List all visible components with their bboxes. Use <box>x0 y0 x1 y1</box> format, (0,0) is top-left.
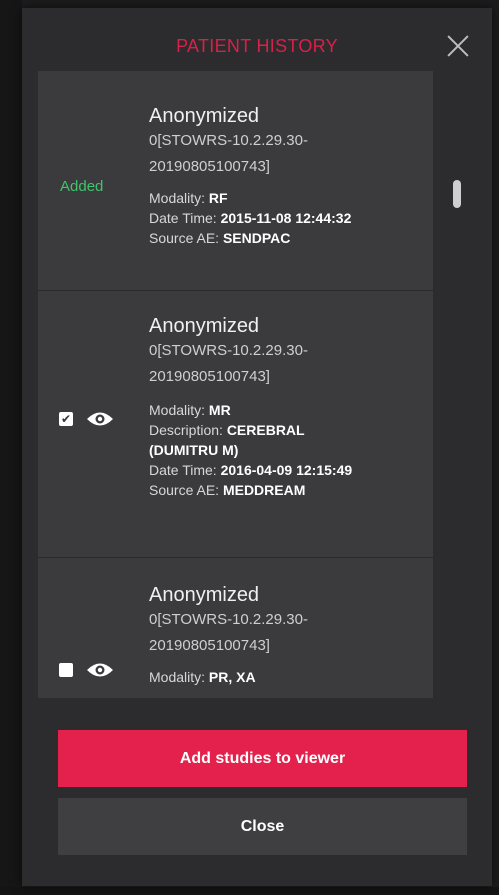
study-item: Added Anonymized 0[STOWRS-10.2.29.30- 20… <box>38 71 433 291</box>
check-glyph: ✔ <box>60 412 72 426</box>
datetime-value: 2016-04-09 12:15:49 <box>220 462 353 478</box>
background-footer <box>0 887 499 895</box>
modality-label: Modality: <box>149 402 206 418</box>
datetime-value: 2015-11-08 12:44:32 <box>220 210 352 226</box>
source-ae-field: Source AE: SENDPAC <box>149 228 433 248</box>
study-uid-line2: 20190805100743] <box>149 637 270 654</box>
modality-label: Modality: <box>149 190 206 206</box>
study-uid-line2: 20190805100743] <box>149 368 270 385</box>
source-ae-field: Source AE: MEDDREAM <box>149 480 433 500</box>
patient-name: Anonymized <box>149 315 260 337</box>
study-uid-line2: 20190805100743] <box>149 158 270 175</box>
scrollbar-thumb[interactable] <box>453 180 461 208</box>
study-uid-line1: 0[STOWRS-10.2.29.30- <box>149 611 308 628</box>
modality-field: Modality: MR <box>149 400 433 420</box>
description-field-cont: (DUMITRU M) <box>149 440 433 460</box>
source-ae-label: Source AE: <box>149 230 220 246</box>
added-status-label: Added <box>60 178 104 195</box>
study-info: Anonymized 0[STOWRS-10.2.29.30- 20190805… <box>149 105 433 248</box>
study-info: Anonymized 0[STOWRS-10.2.29.30- 20190805… <box>149 315 433 500</box>
description-value-line2: (DUMITRU M) <box>149 442 239 458</box>
modality-field: Modality: RF <box>149 188 433 208</box>
source-ae-value: SENDPAC <box>222 230 291 246</box>
close-x-icon[interactable] <box>446 34 470 58</box>
close-button[interactable]: Close <box>58 798 467 855</box>
source-ae-value: MEDDREAM <box>222 482 306 498</box>
study-controls-col <box>38 558 138 698</box>
description-label: Description: <box>149 422 223 438</box>
modality-label: Modality: <box>149 669 206 685</box>
datetime-field: Date Time: 2016-04-09 12:15:49 <box>149 460 433 480</box>
description-field: Description: CEREBRAL <box>149 420 433 440</box>
datetime-label: Date Time: <box>149 462 217 478</box>
study-info: Anonymized 0[STOWRS-10.2.29.30- 20190805… <box>149 584 433 687</box>
modality-value: MR <box>208 402 231 418</box>
modality-value: RF <box>208 190 228 206</box>
description-value-line1: CEREBRAL <box>226 422 305 438</box>
modality-value: PR, XA <box>208 669 256 685</box>
datetime-field: Date Time: 2015-11-08 12:44:32 <box>149 208 433 228</box>
study-uid-line1: 0[STOWRS-10.2.29.30- <box>149 132 308 149</box>
study-item: ✔ Anonymized 0[STOWRS-10.2.29.30- 201908… <box>38 291 433 558</box>
select-study-checkbox[interactable]: ✔ <box>59 412 73 426</box>
select-study-checkbox[interactable] <box>59 663 73 677</box>
study-item: Anonymized 0[STOWRS-10.2.29.30- 20190805… <box>38 558 433 698</box>
study-list[interactable]: Added Anonymized 0[STOWRS-10.2.29.30- 20… <box>38 71 433 698</box>
eye-icon[interactable] <box>85 661 115 679</box>
study-status-col: Added <box>38 71 138 290</box>
patient-name: Anonymized <box>149 584 260 606</box>
modal-title: PATIENT HISTORY <box>176 36 338 56</box>
source-ae-label: Source AE: <box>149 482 220 498</box>
study-controls-col: ✔ <box>38 291 138 557</box>
eye-icon[interactable] <box>85 410 115 428</box>
datetime-label: Date Time: <box>149 210 217 226</box>
study-uid-line1: 0[STOWRS-10.2.29.30- <box>149 342 308 359</box>
patient-name: Anonymized <box>149 105 260 127</box>
add-studies-button[interactable]: Add studies to viewer <box>58 730 467 787</box>
background-panel <box>0 0 22 895</box>
modality-field: Modality: PR, XA <box>149 667 433 687</box>
